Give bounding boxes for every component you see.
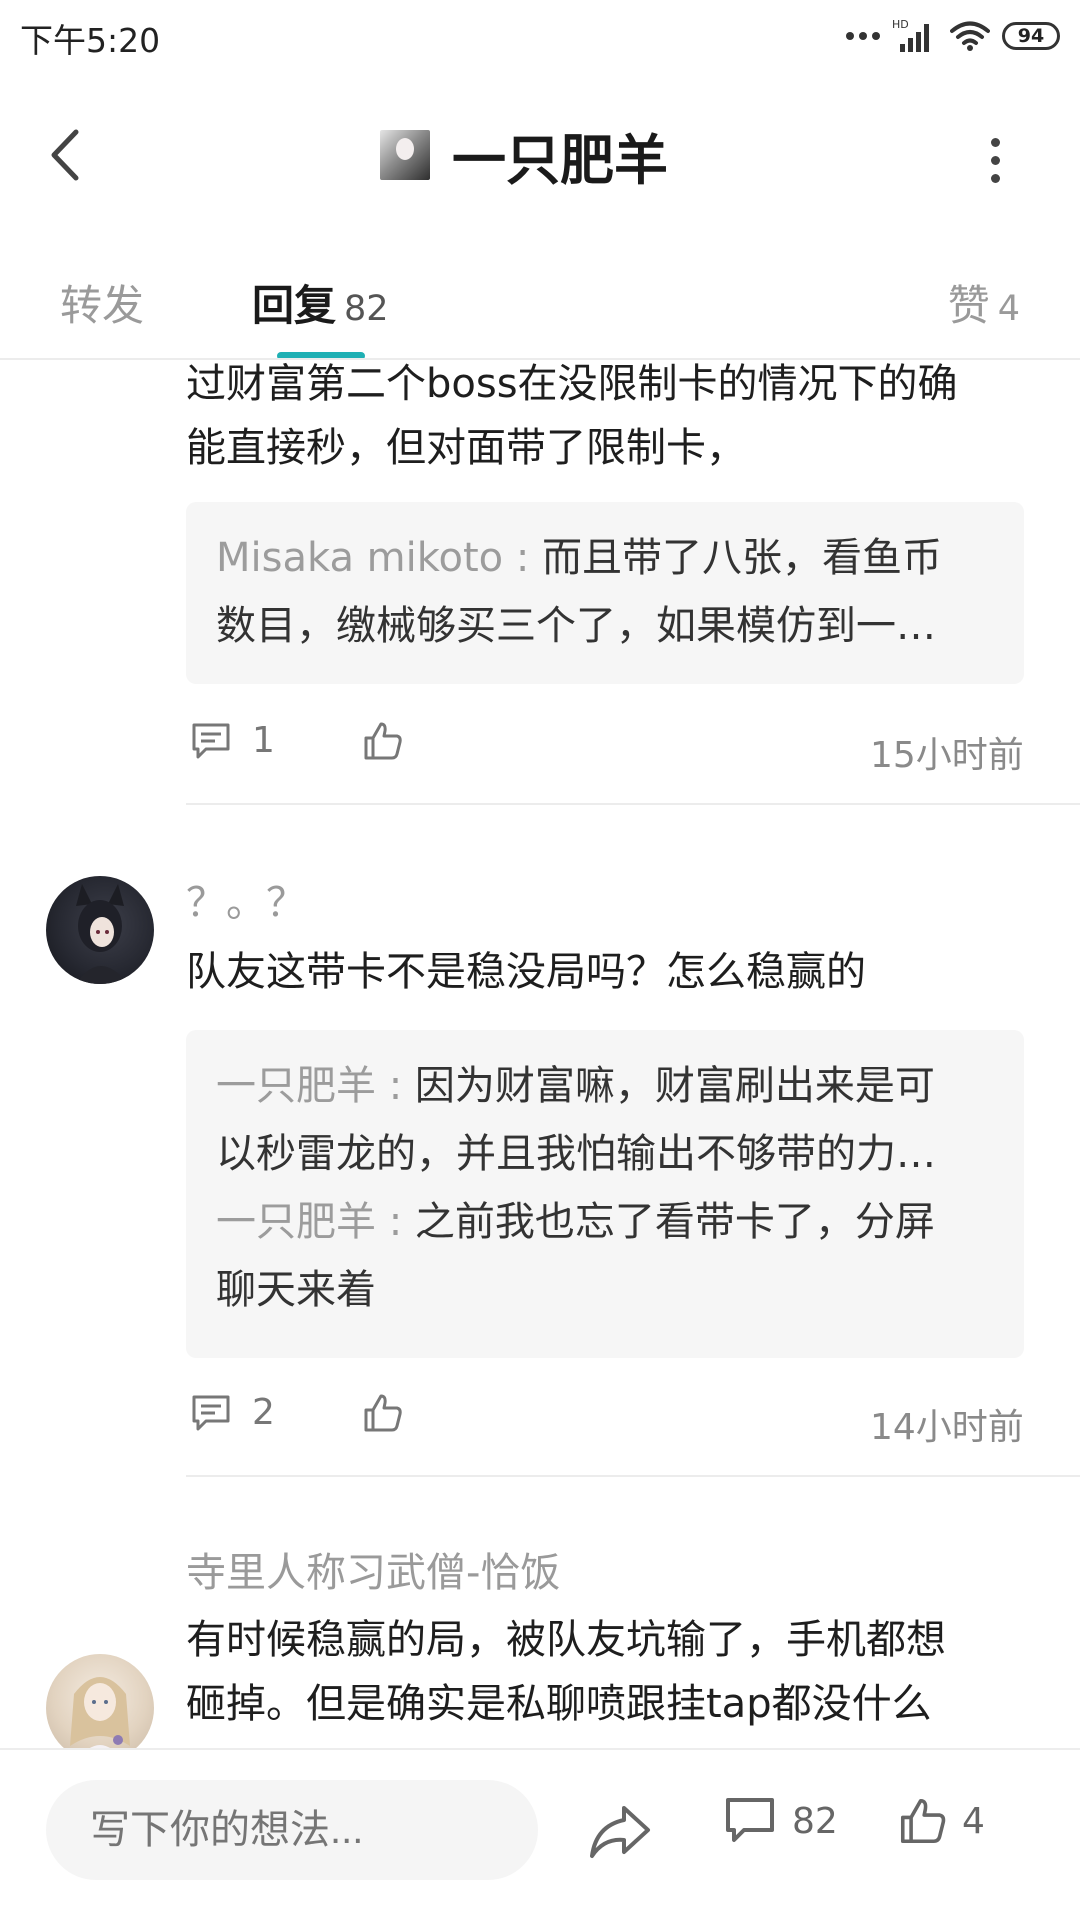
reply-text: 之前我也忘了看带卡了，分屏 xyxy=(414,1199,935,1245)
tab-reply-label: 回复 xyxy=(252,281,337,330)
comment-text-line: 过财富第二个boss在没限制卡的情况下的确 xyxy=(186,361,958,407)
reply-text: 而且带了八张，看鱼币 xyxy=(542,535,943,581)
divider xyxy=(186,1475,1080,1477)
thumbs-up-icon xyxy=(900,1798,946,1844)
avatar[interactable] xyxy=(46,1654,154,1762)
comment-username[interactable]: 寺里人称习武僧-恰饭 xyxy=(186,1540,560,1598)
reply-author[interactable]: 一只肥羊 xyxy=(216,1063,376,1109)
back-button[interactable] xyxy=(42,120,92,190)
tab-forward[interactable]: 转发 xyxy=(60,272,144,333)
thumbs-up-icon xyxy=(364,722,402,760)
more-options-button[interactable] xyxy=(975,130,1015,190)
reply-count: 1 xyxy=(252,720,275,761)
like-button[interactable] xyxy=(362,720,404,762)
comment-username[interactable]: ？。？ xyxy=(186,870,306,928)
comment-text-line: 有时候稳赢的局，被队友坑输了，手机都想 xyxy=(186,1617,946,1663)
chevron-left-icon xyxy=(51,129,79,181)
signal-icon: HD xyxy=(892,18,929,52)
comment-time: 14小时前 xyxy=(870,1407,1024,1448)
comment-text: 过财富第二个boss在没限制卡的情况下的确 能直接秒，但对面带了限制卡， xyxy=(186,352,958,480)
battery-level: 94 xyxy=(1017,25,1045,47)
reply-count: 2 xyxy=(252,1392,275,1433)
wifi-icon xyxy=(950,21,990,51)
page-title: 一只肥羊 xyxy=(452,128,668,192)
status-icons: HD 94 xyxy=(846,14,1060,58)
reply-button[interactable]: 2 xyxy=(190,1392,275,1433)
reply-author[interactable]: Misaka mikoto xyxy=(216,535,503,581)
reply-author[interactable]: 一只肥羊 xyxy=(216,1199,376,1245)
comment-icon xyxy=(192,723,230,758)
like-count: 4 xyxy=(962,1800,985,1842)
avatar-image xyxy=(76,884,128,984)
comments-button[interactable]: 82 xyxy=(724,1796,838,1846)
tab-like-label: 赞 xyxy=(947,281,990,330)
comment-bubble-icon xyxy=(726,1798,774,1842)
header: 一只肥羊 xyxy=(380,120,668,192)
tab-reply[interactable]: 回复 82 xyxy=(252,272,389,333)
comment-count: 82 xyxy=(792,1800,838,1842)
share-icon xyxy=(590,1806,650,1858)
comment-text: 有时候稳赢的局，被队友坑输了，手机都想 砸掉。但是确实是私聊喷跟挂tap都没什么 xyxy=(186,1608,946,1736)
comment-text-line: 能直接秒，但对面带了限制卡， xyxy=(186,425,746,471)
reply-text: 以秒雷龙的，并且我怕输出不够带的力… xyxy=(216,1131,936,1177)
comment-time: 15小时前 xyxy=(870,735,1024,776)
like-post-button[interactable]: 4 xyxy=(898,1796,985,1846)
comment-input[interactable] xyxy=(46,1780,538,1880)
reply-preview[interactable]: Misaka mikoto : 而且带了八张，看鱼币 数目，缴械够买三个了，如果… xyxy=(186,502,1024,684)
thumbs-up-icon xyxy=(364,1394,402,1432)
divider xyxy=(186,803,1080,805)
reply-preview[interactable]: 一只肥羊 : 因为财富嘛，财富刷出来是可 以秒雷龙的，并且我怕输出不够带的力… … xyxy=(186,1030,1024,1358)
battery-icon: 94 xyxy=(1002,22,1060,50)
comment-text: 队友这带卡不是稳没局吗？怎么稳赢的 xyxy=(186,949,866,995)
reply-text: 聊天来着 xyxy=(216,1267,376,1313)
comment-text-line: 砸掉。但是确实是私聊喷跟挂tap都没什么 xyxy=(186,1681,932,1727)
reply-text: 数目，缴械够买三个了，如果模仿到一… xyxy=(216,603,936,649)
avatar-image xyxy=(70,1677,130,1762)
tab-reply-count: 82 xyxy=(344,289,389,329)
tab-like-count: 4 xyxy=(997,289,1020,329)
more-notifications-icon xyxy=(846,32,880,40)
share-button[interactable] xyxy=(588,1800,652,1862)
avatar[interactable] xyxy=(46,876,154,984)
hd-label: HD xyxy=(892,18,909,31)
comment-icon xyxy=(192,1395,230,1430)
status-time: 下午5:20 xyxy=(20,21,161,60)
author-avatar[interactable] xyxy=(380,130,430,180)
tab-like[interactable]: 赞4 xyxy=(948,272,1020,333)
reply-button[interactable]: 1 xyxy=(190,720,275,761)
like-button[interactable] xyxy=(362,1392,404,1434)
reply-text: 因为财富嘛，财富刷出来是可 xyxy=(414,1063,935,1109)
